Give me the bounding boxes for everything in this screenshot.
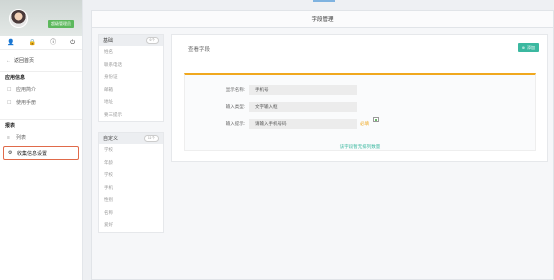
page-title: 字段管理 [92,11,553,28]
back-home-label: 返回首页 [14,58,35,64]
info-icon[interactable]: ⓘ [50,40,56,46]
document-icon: ☐ [7,99,12,106]
back-home-link[interactable]: ← 返回首页 [0,54,82,67]
profile-header: 超级管理员 [0,0,82,36]
field-groups: 基础 6个 姓名 联系电话 身份证 邮箱 地址 要三提示 自定义 11个 学校 … [98,34,164,243]
image-placeholder-icon [373,117,379,122]
sidebar-item-list[interactable]: ≡ 列表 [0,131,82,144]
list-item[interactable]: 性别 [99,194,163,207]
count-badge: 11个 [143,135,159,142]
sidebar-item-manual[interactable]: ☐ 使用手册 [0,96,82,109]
logout-icon[interactable]: ⏻ [70,40,75,46]
field-preview: 显示名称: 手机号 输入类型: 文字输入框 输入提示: 请输入手机号码 必填 该… [184,73,536,151]
sidebar-icon-row: 👤 🔒 ⓘ ⏻ [0,36,82,50]
section-title-report: 报表 [0,119,82,131]
sidebar-item-label: 应用简介 [16,87,37,93]
field-label: 输入类型: [225,104,245,109]
add-button-label: 添加 [527,44,535,50]
plus-circle-icon: ⊕ [521,45,525,50]
list-item[interactable]: 学校 [99,169,163,182]
field-management-panel: 字段管理 基础 6个 姓名 联系电话 身份证 邮箱 地址 要三提示 自定义 11… [91,10,554,280]
user-icon[interactable]: 👤 [7,40,14,46]
sidebar-item-app-intro[interactable]: ☐ 应用简介 [0,83,82,96]
group-header[interactable]: 基础 6个 [99,35,163,46]
list-item[interactable]: 手机 [99,182,163,195]
top-strip [83,0,554,3]
list-item[interactable]: 地址 [99,96,163,109]
arrow-left-icon: ← [6,57,11,64]
footer-link[interactable]: 该字段暂无排列数量 [185,144,535,150]
list-item[interactable]: 邮箱 [99,84,163,97]
list-item[interactable]: 名称 [99,207,163,220]
list-item[interactable]: 要三提示 [99,109,163,122]
document-icon: ☐ [7,86,12,93]
list-icon: ≡ [7,134,10,141]
required-hint: 必填 [360,121,369,126]
sidebar-item-collect-settings[interactable]: ⚙ 收集信息设置 [3,146,79,160]
avatar[interactable] [9,9,28,28]
field-detail-card: 查看字段 ⊕ 添加 显示名称: 手机号 输入类型: 文字输入框 输入提示: 请输… [171,34,548,162]
list-item[interactable]: 姓名 [99,46,163,59]
count-badge: 6个 [145,37,159,44]
field-label: 输入提示: [225,121,245,126]
field-row-display-name: 显示名称: 手机号 [185,85,357,95]
sidebar-item-label: 收集信息设置 [17,150,48,157]
card-title: 查看字段 [188,47,211,53]
display-name-value: 手机号 [249,85,357,95]
sidebar-item-label: 列表 [16,135,27,141]
group-title: 基础 [103,38,114,44]
input-type-value: 文字输入框 [249,102,357,112]
field-label: 显示名称: [225,87,245,92]
list-item[interactable]: 年龄 [99,157,163,170]
input-hint-value: 请输入手机号码 [249,119,357,129]
basic-field-group: 基础 6个 姓名 联系电话 身份证 邮箱 地址 要三提示 [98,34,164,122]
list-item[interactable]: 爱好 [99,219,163,232]
list-item[interactable]: 联系电话 [99,59,163,72]
active-tab-indicator [313,0,335,2]
add-button[interactable]: ⊕ 添加 [517,43,539,52]
section-title-app: 应用信息 [0,71,82,83]
group-header[interactable]: 自定义 11个 [99,133,163,144]
sidebar: 超级管理员 👤 🔒 ⓘ ⏻ ← 返回首页 应用信息 ☐ 应用简介 ☐ 使用手册 … [0,0,83,280]
field-row-input-hint: 输入提示: 请输入手机号码 必填 [185,119,369,129]
role-badge: 超级管理员 [48,20,74,28]
list-item[interactable]: 学校 [99,144,163,157]
field-row-input-type: 输入类型: 文字输入框 [185,102,357,112]
custom-field-group: 自定义 11个 学校 年龄 学校 手机 性别 名称 爱好 [98,132,164,233]
gear-icon: ⚙ [8,150,13,156]
lock-icon[interactable]: 🔒 [29,40,36,46]
group-title: 自定义 [103,136,119,142]
list-item[interactable]: 身份证 [99,71,163,84]
sidebar-item-label: 使用手册 [16,100,37,106]
